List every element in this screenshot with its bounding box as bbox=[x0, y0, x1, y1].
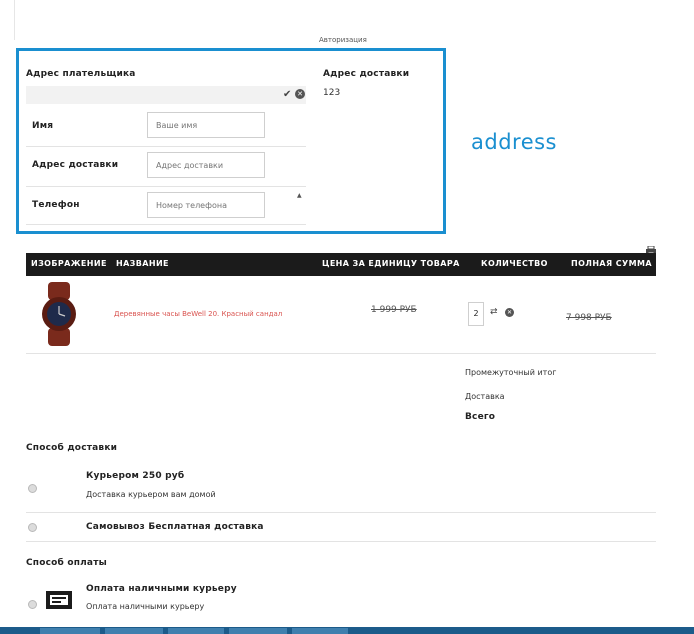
billing-toolbar bbox=[26, 86, 306, 104]
billing-title: Адрес плательщика bbox=[26, 69, 136, 79]
caret-up-icon: ▲ bbox=[297, 192, 302, 199]
field-label-phone: Телефон bbox=[32, 200, 80, 210]
delivery-option-desc: Доставка курьером вам домой bbox=[86, 490, 216, 499]
line-total: 7 998 РУБ bbox=[566, 313, 612, 323]
delivery-label: Доставка bbox=[465, 392, 505, 401]
col-header-quantity: КОЛИЧЕСТВО bbox=[481, 259, 548, 268]
col-header-unit-price: ЦЕНА ЗА ЕДИНИЦУ ТОВАРА bbox=[322, 259, 460, 268]
divider bbox=[26, 146, 306, 147]
shipping-address-value: 123 bbox=[323, 88, 341, 98]
delivery-option-courier: Курьером 250 руб bbox=[86, 471, 184, 481]
divider bbox=[26, 224, 306, 225]
payment-section-title: Способ оплаты bbox=[26, 558, 107, 568]
divider bbox=[26, 541, 656, 542]
taskbar-button[interactable] bbox=[40, 628, 100, 634]
delivery-option-pickup: Самовывоз Бесплатная доставка bbox=[86, 522, 264, 532]
taskbar-button[interactable] bbox=[229, 628, 287, 634]
delivery-option-price: Бесплатная доставка bbox=[148, 522, 264, 532]
close-icon[interactable]: ✕ bbox=[295, 89, 305, 99]
check-icon[interactable]: ✔ bbox=[283, 89, 291, 100]
auth-link[interactable]: Авторизация bbox=[319, 36, 367, 44]
annotation-label: address bbox=[471, 130, 558, 154]
delivery-option-name: Курьером bbox=[86, 471, 140, 481]
total-label: Всего bbox=[465, 412, 496, 422]
top-left-scrollbar-box bbox=[0, 0, 15, 40]
cash-payment-icon bbox=[46, 591, 72, 609]
payment-radio-cash[interactable] bbox=[28, 600, 37, 609]
name-input[interactable] bbox=[147, 112, 265, 138]
col-header-total: ПОЛНАЯ СУММА bbox=[571, 259, 652, 268]
taskbar bbox=[0, 627, 694, 634]
unit-price: 1 999 РУБ bbox=[371, 305, 417, 315]
col-header-image: ИЗОБРАЖЕНИЕ bbox=[31, 259, 107, 268]
divider bbox=[26, 353, 656, 354]
delivery-option-price: 250 руб bbox=[142, 471, 185, 481]
quantity-input[interactable]: 2 bbox=[468, 302, 484, 326]
taskbar-button[interactable] bbox=[292, 628, 348, 634]
phone-input[interactable] bbox=[147, 192, 265, 218]
divider bbox=[26, 186, 306, 187]
delivery-option-name: Самовывоз bbox=[86, 522, 145, 532]
taskbar-button[interactable] bbox=[105, 628, 163, 634]
taskbar-button[interactable] bbox=[168, 628, 224, 634]
payment-option-name: Оплата наличными курьеру bbox=[86, 584, 237, 594]
print-icon[interactable] bbox=[646, 240, 656, 256]
subtotal-label: Промежуточный итог bbox=[465, 368, 557, 377]
delivery-section-title: Способ доставки bbox=[26, 443, 118, 453]
address-input[interactable] bbox=[147, 152, 265, 178]
payment-option-desc: Оплата наличными курьеру bbox=[86, 602, 205, 611]
field-label-name: Имя bbox=[32, 121, 54, 131]
delivery-radio-courier[interactable] bbox=[28, 484, 37, 493]
delivery-radio-pickup[interactable] bbox=[28, 523, 37, 532]
product-name-link[interactable]: Деревянные часы BeWell 20. Красный санда… bbox=[114, 310, 282, 318]
refresh-icon[interactable]: ⇄ bbox=[490, 307, 498, 317]
remove-icon[interactable]: ✕ bbox=[505, 308, 514, 317]
shipping-address-title: Адрес доставки bbox=[323, 69, 410, 79]
field-label-address: Адрес доставки bbox=[32, 160, 119, 170]
product-image[interactable] bbox=[34, 282, 84, 346]
col-header-name: НАЗВАНИЕ bbox=[116, 259, 169, 268]
divider bbox=[26, 512, 656, 513]
